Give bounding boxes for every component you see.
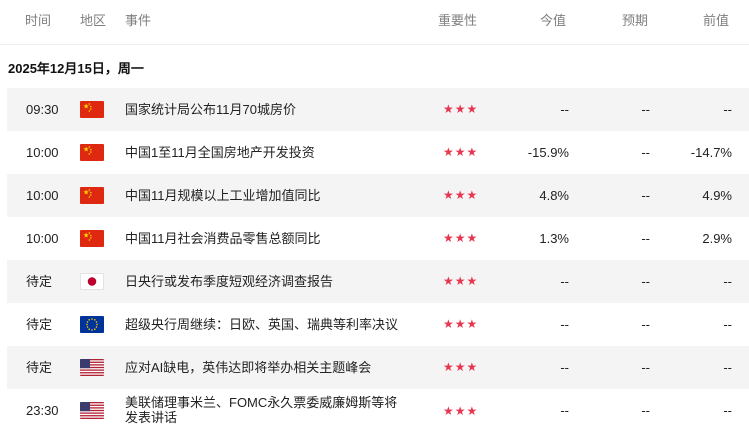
previous-value: -14.7% [690,145,732,160]
importance-stars: ★★★ [443,274,479,288]
importance-stars: ★★★ [443,145,479,159]
actual-value: -15.9% [527,145,569,160]
eu-flag-icon [80,316,104,333]
table-row[interactable]: 10:00 ★ ★ ★ ★ ★ 中国1至11月全国房地产开发投资 ★★★ -15.9% … [7,131,749,174]
header-time: 时间 [25,13,52,28]
forecast-value: -- [641,145,650,160]
actual-value: 4.8% [539,188,569,203]
calendar-panel: 时间 地区 事件 重要性 今值 预期 前值 2025年12月15日，周一 09:… [0,0,749,429]
svg-text:★: ★ [88,238,91,242]
date-group-header: 2025年12月15日，周一 [0,45,749,87]
previous-value: 2.9% [702,231,732,246]
event-title[interactable]: 中国11月规模以上工业增加值同比 [125,188,415,204]
event-title[interactable]: 中国11月社会消费品零售总额同比 [125,231,415,247]
header-event: 事件 [125,13,152,28]
header-forecast: 预期 [622,13,649,28]
event-time: 10:00 [26,188,59,203]
header-region: 地区 [80,13,107,28]
event-time: 09:30 [26,102,59,117]
event-time: 10:00 [26,231,59,246]
event-title[interactable]: 中国1至11月全国房地产开发投资 [125,145,415,161]
table-row[interactable]: 10:00 ★ ★ ★ ★ ★ 中国11月社会消费品零售总额同比 ★★★ 1.3% --… [7,217,749,260]
importance-stars: ★★★ [443,404,479,418]
forecast-value: -- [641,274,650,289]
event-time: 10:00 [26,145,59,160]
japan-flag-icon [80,273,104,290]
event-time: 待定 [26,317,53,332]
table-row[interactable]: 待定 日央行或发布季度短观经济调查报告 ★★★ -- -- -- [7,260,749,303]
header-actual: 今值 [540,13,567,28]
importance-stars: ★★★ [443,360,479,374]
china-flag-icon: ★ ★ ★ ★ ★ [80,187,104,204]
event-title[interactable]: 应对AI缺电，英伟达即将举办相关主题峰会 [125,360,415,376]
svg-text:★: ★ [88,152,91,156]
previous-value: -- [723,403,732,418]
event-title[interactable]: 超级央行周继续：日欧、英国、瑞典等利率决议 [125,317,415,333]
previous-value: -- [723,102,732,117]
actual-value: -- [560,102,569,117]
table-row[interactable]: 待定 应对AI缺电，英伟达即将举办相关主题峰会 ★★★ -- -- -- [7,346,749,389]
event-title[interactable]: 日央行或发布季度短观经济调查报告 [125,274,415,290]
header-importance: 重要性 [438,13,478,28]
importance-stars: ★★★ [443,317,479,331]
us-flag-icon [80,359,104,376]
date-label: 2025年12月15日，周一 [8,61,144,76]
previous-value: 4.9% [702,188,732,203]
table-row[interactable]: 09:30 ★ ★ ★ ★ ★ 国家统计局公布11月70城房价 ★★★ -- -- -- [7,88,749,131]
forecast-value: -- [641,231,650,246]
us-flag-icon [80,402,104,419]
event-title[interactable]: 国家统计局公布11月70城房价 [125,102,415,118]
actual-value: -- [560,360,569,375]
china-flag-icon: ★ ★ ★ ★ ★ [80,144,104,161]
previous-value: -- [723,317,732,332]
china-flag-icon: ★ ★ ★ ★ ★ [80,230,104,247]
table-header: 时间 地区 事件 重要性 今值 预期 前值 [0,0,749,45]
forecast-value: -- [641,403,650,418]
table-row[interactable]: 23:30 美联储理事米兰、FOMC永久票委威廉姆斯等将发表讲话 ★★★ -- … [7,389,749,429]
forecast-value: -- [641,102,650,117]
table-row[interactable]: 10:00 ★ ★ ★ ★ ★ 中国11月规模以上工业增加值同比 ★★★ 4.8% --… [7,174,749,217]
svg-text:★: ★ [88,109,91,113]
importance-stars: ★★★ [443,188,479,202]
event-title[interactable]: 美联储理事米兰、FOMC永久票委威廉姆斯等将发表讲话 [125,395,410,425]
previous-value: -- [723,360,732,375]
china-flag-icon: ★ ★ ★ ★ ★ [80,101,104,118]
forecast-value: -- [641,317,650,332]
svg-text:★: ★ [88,195,91,199]
event-time: 23:30 [26,403,59,418]
event-time: 待定 [26,274,53,289]
importance-stars: ★★★ [443,102,479,116]
forecast-value: -- [641,360,650,375]
importance-stars: ★★★ [443,231,479,245]
actual-value: -- [560,403,569,418]
previous-value: -- [723,274,732,289]
actual-value: -- [560,274,569,289]
actual-value: -- [560,317,569,332]
actual-value: 1.3% [539,231,569,246]
header-previous: 前值 [703,13,730,28]
event-time: 待定 [26,360,53,375]
table-row[interactable]: 待定 超级央行周继续：日欧、英国、瑞典等利率决议 ★★★ -- -- -- [7,303,749,346]
forecast-value: -- [641,188,650,203]
